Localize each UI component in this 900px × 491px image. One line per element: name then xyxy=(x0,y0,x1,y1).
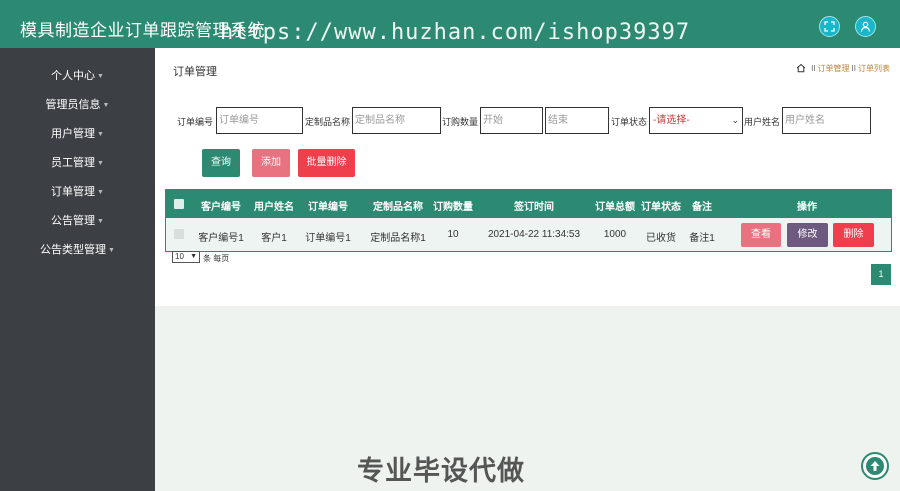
batch-delete-button[interactable]: 批量删除 xyxy=(298,149,355,177)
header-user-name: 用户姓名 xyxy=(254,202,294,213)
top-bar: 模具制造企业订单跟踪管理系统 https://www.huzhan.com/is… xyxy=(0,0,900,48)
user-name-input[interactable] xyxy=(782,107,871,134)
cell-remark: 备注1 xyxy=(689,233,715,244)
quantity-label: 订购数量 xyxy=(442,117,479,127)
sidebar-item-announcement-types[interactable]: 公告类型管理 ▼ xyxy=(0,241,155,261)
chevron-down-icon: ▼ xyxy=(97,131,104,138)
cell-quantity: 10 xyxy=(447,229,459,240)
edit-button[interactable]: 修改 xyxy=(787,223,828,247)
watermark-url: https://www.huzhan.com/ishop39397 xyxy=(220,20,691,45)
sidebar-item-admin-info[interactable]: 管理员信息 ▼ xyxy=(0,96,155,116)
orders-table: 客户编号 用户姓名 订单编号 定制品名称 订购数量 签订时间 订单总额 订单状态… xyxy=(165,189,892,252)
per-page-label: 条 每页 xyxy=(203,254,230,263)
chevron-down-icon: ▼ xyxy=(102,102,110,109)
home-icon[interactable] xyxy=(796,63,806,75)
page-title: 订单管理 xyxy=(173,66,217,78)
chevron-down-icon: ▼ xyxy=(97,73,104,80)
query-button[interactable]: 查询 xyxy=(202,149,240,177)
quantity-start-input[interactable] xyxy=(480,107,543,134)
chevron-down-icon: ▼ xyxy=(108,247,115,254)
sidebar: 个人中心 ▼ 管理员信息 ▼ 用户管理 ▼ 员工管理 ▼ 订单管理 ▼ 公告管理 ▼ 公告类… xyxy=(0,48,155,491)
chevron-down-icon: ▼ xyxy=(97,218,104,225)
order-status-select[interactable]: -请选择- ⌄ xyxy=(649,107,743,134)
arrow-up-icon xyxy=(866,457,884,475)
breadcrumb-separator: II xyxy=(811,64,816,73)
add-button[interactable]: 添加 xyxy=(252,149,290,177)
view-button[interactable]: 查看 xyxy=(741,223,781,247)
watermark-text: 专业毕设代做 xyxy=(357,456,525,486)
order-no-input[interactable] xyxy=(216,107,303,134)
header-order-total: 订单总额 xyxy=(595,202,635,213)
chevron-down-icon: ▼ xyxy=(190,253,197,260)
main-panel: 订单管理 II订单管理II订单列表 订单编号 定制品名称 订购数量 订单状态 -… xyxy=(155,48,900,306)
breadcrumb: II 订单管理 II 订单列表 xyxy=(796,63,890,75)
cell-signed-time: 2021-04-22 11:34:53 xyxy=(487,229,581,240)
sidebar-item-profile[interactable]: 个人中心 ▼ xyxy=(0,67,155,87)
header-product-name: 定制品名称 xyxy=(373,202,423,213)
product-name-input[interactable] xyxy=(352,107,441,134)
sidebar-item-announcements[interactable]: 公告管理 ▼ xyxy=(0,212,155,232)
header-remark: 备注 xyxy=(692,202,712,213)
scroll-to-top-button[interactable] xyxy=(861,452,889,480)
row-checkbox[interactable] xyxy=(174,229,184,239)
chevron-down-icon: ▼ xyxy=(97,189,104,196)
order-no-label: 订单编号 xyxy=(177,117,214,127)
chevron-down-icon: ▼ xyxy=(97,160,104,167)
header-order-status: 订单状态 xyxy=(641,202,681,213)
cell-customer-no: 客户编号1 xyxy=(198,233,244,244)
cell-order-total: 1000 xyxy=(603,229,627,240)
header-signed-time: 签订时间 xyxy=(514,202,554,213)
quantity-end-input[interactable] xyxy=(545,107,609,134)
breadcrumb-order-list[interactable]: 订单列表 xyxy=(858,64,890,73)
breadcrumb-separator: II xyxy=(851,64,856,73)
user-icon[interactable] xyxy=(855,16,876,37)
delete-button[interactable]: 删除 xyxy=(833,223,874,247)
select-all-checkbox[interactable] xyxy=(174,199,184,209)
cell-product-name: 定制品名称1 xyxy=(370,233,426,244)
header-customer-no: 客户编号 xyxy=(201,202,241,213)
page-1-button[interactable]: 1 xyxy=(871,264,891,285)
sidebar-item-employees[interactable]: 员工管理 ▼ xyxy=(0,154,155,174)
product-name-label: 定制品名称 xyxy=(305,117,351,127)
header-order-no: 订单编号 xyxy=(308,202,348,213)
header-quantity: 订购数量 xyxy=(433,202,473,213)
cell-order-status: 已收货 xyxy=(646,233,676,244)
sidebar-item-orders[interactable]: 订单管理 ▼ xyxy=(0,183,155,203)
fullscreen-icon[interactable] xyxy=(819,16,840,37)
table-row: 客户编号1 客户1 订单编号1 定制品名称1 10 2021-04-22 11:… xyxy=(166,218,891,251)
cell-order-no: 订单编号1 xyxy=(305,233,351,244)
page-size-select[interactable]: 10 ▼ xyxy=(172,251,200,263)
header-operations: 操作 xyxy=(797,202,817,213)
breadcrumb-orders[interactable]: 订单管理 xyxy=(818,64,850,73)
sidebar-item-users[interactable]: 用户管理 ▼ xyxy=(0,125,155,145)
cell-user-name: 客户1 xyxy=(261,233,287,244)
user-name-label: 用户姓名 xyxy=(744,117,781,127)
order-status-label: 订单状态 xyxy=(611,117,648,127)
table-header: 客户编号 用户姓名 订单编号 定制品名称 订购数量 签订时间 订单总额 订单状态… xyxy=(166,190,891,218)
chevron-down-icon: ⌄ xyxy=(731,115,739,125)
